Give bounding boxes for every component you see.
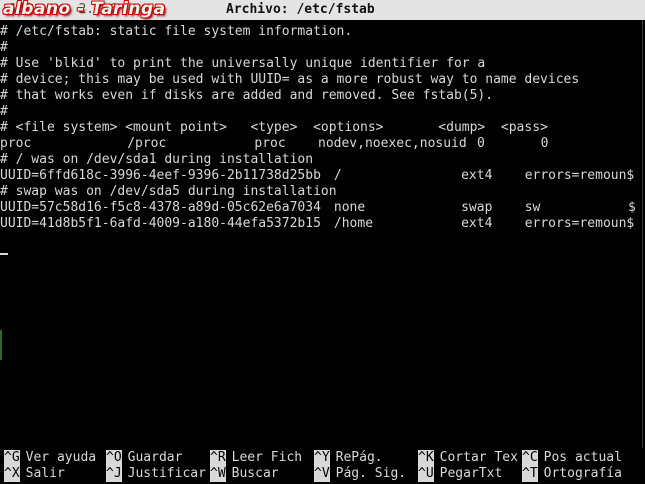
shortcut-pág-sig-[interactable]: ^V Pág. Sig.	[314, 466, 406, 482]
file-line[interactable]: UUID=57c58d16-f5c8-4378-a89d-05c62e6a703…	[0, 200, 645, 216]
shortcut-key: ^Y	[314, 450, 330, 466]
shortcut-cortar-tex[interactable]: ^K Cortar Tex	[418, 450, 518, 466]
file-line-text: # swap was on /dev/sda5 during installat…	[0, 184, 337, 199]
file-line-text: UUID=41d8b5f1-6afd-4009-a180-44efa5372b1…	[0, 216, 321, 231]
file-line[interactable]: # Use 'blkid' to print the universally u…	[0, 56, 645, 72]
shortcut-key: ^W	[210, 466, 226, 482]
file-line[interactable]: #	[0, 104, 645, 120]
shortcut-row-2: ^X Salir ^J Justificar ^W Buscar ^V Pág. Sig. ^U…	[0, 466, 645, 482]
file-line-text: none	[333, 200, 366, 215]
shortcut-key: ^R	[210, 450, 226, 466]
file-line[interactable]: # device; this may be used with UUID= as…	[0, 72, 645, 88]
file-line-text: sw	[524, 200, 541, 215]
file-line-text: nodev,noexec,nosuid	[318, 136, 467, 151]
file-line[interactable]: # <file system> <mount point> <type> <op…	[0, 120, 645, 136]
window-border-right	[642, 20, 643, 448]
shortcut-salir[interactable]: ^X Salir	[4, 466, 65, 482]
file-line-text: errors=remoun$	[524, 168, 635, 183]
file-line-text: #	[0, 104, 8, 119]
shortcut-label: RePág.	[335, 450, 383, 465]
file-line[interactable]: # /etc/fstab: static file system informa…	[0, 24, 645, 40]
shortcut-label: Pág. Sig.	[335, 466, 407, 481]
shortcut-pos-actual[interactable]: ^C Pos actual	[522, 450, 622, 466]
file-line-text: # / was on /dev/sda1 during installation	[0, 152, 314, 167]
shortcut-key: ^G	[4, 450, 20, 466]
file-line-text: UUID=6ffd618c-3996-4eef-9396-2b11738d25b…	[0, 168, 321, 183]
shortcut-justificar[interactable]: ^J Justificar	[106, 466, 206, 482]
file-line-text: #	[0, 40, 8, 55]
shortcut-key: ^X	[4, 466, 20, 482]
file-line-text: ext4	[461, 216, 493, 231]
file-line-text: /home	[333, 216, 374, 231]
file-line-text: # device; this may be used with UUID= as…	[0, 72, 580, 87]
file-line-text: proc	[254, 136, 286, 151]
shortcut-label: PegarTxt	[439, 466, 503, 481]
watermark-logo: albano - Taringa	[3, 0, 166, 19]
file-line-text: 0	[540, 136, 549, 151]
file-line-text: /proc	[127, 136, 167, 151]
shortcut-bar: ^G Ver ayuda ^O Guardar ^R Leer Fich ^Y RePág. ^…	[0, 450, 645, 484]
file-line-text: errors=remoun$	[524, 216, 635, 231]
shortcut-guardar[interactable]: ^O Guardar	[106, 450, 182, 466]
file-line[interactable]: UUID=6ffd618c-3996-4eef-9396-2b11738d25b…	[0, 168, 645, 184]
file-line[interactable]: # swap was on /dev/sda5 during installat…	[0, 184, 645, 200]
file-line[interactable]: UUID=41d8b5f1-6afd-4009-a180-44efa5372b1…	[0, 216, 645, 232]
shortcut-key: ^V	[314, 466, 330, 482]
file-line-text: # that works even if disks are added and…	[0, 88, 494, 103]
text-cursor	[0, 253, 8, 255]
text-editor-area[interactable]: # /etc/fstab: static file system informa…	[0, 24, 645, 444]
shortcut-key: ^K	[418, 450, 434, 466]
shortcut-label: Guardar	[127, 450, 183, 465]
shortcut-key: ^C	[522, 450, 538, 466]
shortcut-label: Pos actual	[543, 450, 622, 465]
shortcut-label: Justificar	[127, 466, 206, 481]
shortcut-ortografía[interactable]: ^T Ortografía	[522, 466, 622, 482]
shortcut-key: ^T	[522, 466, 538, 482]
file-name-label: Archivo: /etc/fstab	[226, 2, 375, 17]
shortcut-row-1: ^G Ver ayuda ^O Guardar ^R Leer Fich ^Y RePág. ^…	[0, 450, 645, 466]
window-border-left	[0, 330, 2, 360]
shortcut-key: ^U	[418, 466, 434, 482]
file-line-text: 0	[477, 136, 485, 151]
file-line[interactable]: #	[0, 40, 645, 56]
file-line-text: proc	[0, 136, 32, 151]
shortcut-repág-[interactable]: ^Y RePág.	[314, 450, 383, 466]
file-line[interactable]: # / was on /dev/sda1 during installation	[0, 152, 645, 168]
shortcut-label: Ver ayuda	[25, 450, 97, 465]
shortcut-ver-ayuda[interactable]: ^G Ver ayuda	[4, 450, 96, 466]
shortcut-key: ^J	[106, 466, 122, 482]
file-line-text: # <file system> <mount point> <type> <op…	[0, 120, 548, 135]
file-line-text: ext4	[461, 168, 493, 183]
shortcut-label: Ortografía	[543, 466, 622, 481]
file-line[interactable]: proc/proc proc nodev,noexec,nosuid 0 0	[0, 136, 645, 152]
shortcut-label: Buscar	[231, 466, 279, 481]
file-line-text: UUID=57c58d16-f5c8-4378-a89d-05c62e6a703…	[0, 200, 321, 215]
shortcut-buscar[interactable]: ^W Buscar	[210, 466, 279, 482]
nano-title-bar: GNU nano 2.2.6 Archivo: /etc/fstab alban…	[0, 0, 645, 20]
shortcut-leer-fich[interactable]: ^R Leer Fich	[210, 450, 302, 466]
shortcut-label: Leer Fich	[231, 450, 303, 465]
file-line-text: # /etc/fstab: static file system informa…	[0, 24, 353, 39]
file-line-text: /	[333, 168, 342, 183]
shortcut-key: ^O	[106, 450, 122, 466]
file-line-text: # Use 'blkid' to print the universally u…	[0, 56, 486, 71]
file-line-text: swap	[461, 200, 493, 215]
shortcut-label: Cortar Tex	[439, 450, 518, 465]
file-line[interactable]: # that works even if disks are added and…	[0, 88, 645, 104]
shortcut-pegartxt[interactable]: ^U PegarTxt	[418, 466, 502, 482]
shortcut-label: Salir	[25, 466, 65, 481]
file-line-text: $	[628, 200, 636, 215]
